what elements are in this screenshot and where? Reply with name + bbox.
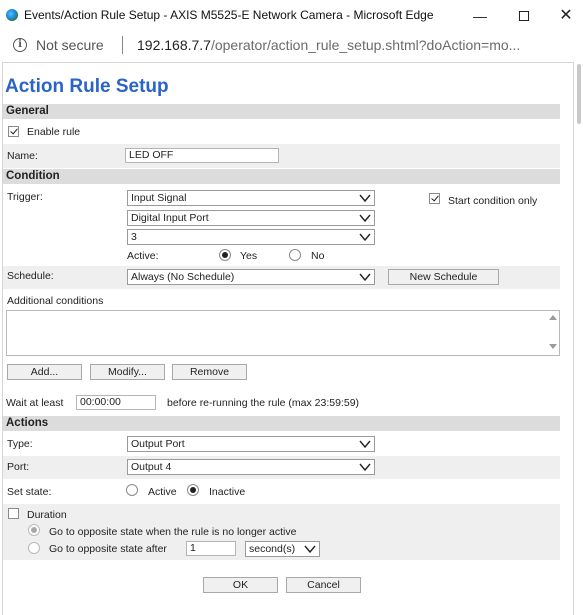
address-separator <box>122 36 123 54</box>
chevron-down-icon <box>359 194 371 203</box>
trigger-sub-select-value: Digital Input Port <box>131 212 209 224</box>
url-field[interactable]: 192.168.7.7/operator/action_rule_setup.s… <box>137 37 520 53</box>
address-bar: i Not secure 192.168.7.7/operator/action… <box>0 32 583 60</box>
action-type-select[interactable]: Output Port <box>127 436 375 452</box>
chevron-down-icon <box>359 273 371 282</box>
input-port-select-value: 3 <box>131 231 137 243</box>
maximize-icon <box>519 11 529 21</box>
additional-conditions-list[interactable] <box>6 310 560 356</box>
close-button[interactable]: ✕ <box>556 6 576 26</box>
type-label: Type: <box>7 438 33 450</box>
modify-condition-button[interactable]: Modify... <box>90 364 165 380</box>
trigger-sub-select[interactable]: Digital Input Port <box>127 210 375 226</box>
chevron-down-icon <box>304 545 316 554</box>
opposite-when-radio[interactable] <box>28 524 40 536</box>
opposite-when-label: Go to opposite state when the rule is no… <box>49 526 297 538</box>
scroll-down-icon[interactable] <box>549 344 557 349</box>
wait-suffix: before re-running the rule (max 23:59:59… <box>167 397 360 409</box>
additional-conditions-label: Additional conditions <box>7 295 104 307</box>
duration-checkbox[interactable] <box>8 508 19 519</box>
name-row <box>3 144 560 168</box>
state-active-label: Active <box>148 486 177 498</box>
wait-field[interactable]: 00:00:00 <box>76 395 156 410</box>
chevron-down-icon <box>359 463 371 472</box>
name-field[interactable]: LED OFF <box>125 148 279 163</box>
enable-rule-label: Enable rule <box>27 126 81 138</box>
active-no-radio[interactable] <box>289 249 301 261</box>
schedule-select[interactable]: Always (No Schedule) <box>127 269 375 285</box>
info-icon[interactable]: i <box>13 38 27 52</box>
state-inactive-label: Inactive <box>209 486 246 498</box>
window-title: Events/Action Rule Setup - AXIS M5525-E … <box>24 8 434 22</box>
schedule-label: Schedule: <box>7 270 54 282</box>
set-state-label: Set state: <box>7 486 52 498</box>
time-unit-select-value: second(s) <box>249 543 296 555</box>
output-port-select-value: Output 4 <box>131 461 172 473</box>
active-yes-label: Yes <box>240 250 258 262</box>
remove-condition-button[interactable]: Remove <box>172 364 247 380</box>
trigger-label: Trigger: <box>7 191 43 203</box>
url-host: 192.168.7.7 <box>137 37 211 53</box>
chevron-down-icon <box>359 440 371 449</box>
new-schedule-button[interactable]: New Schedule <box>388 269 499 285</box>
action-type-select-value: Output Port <box>131 438 185 450</box>
start-condition-label: Start condition only <box>448 195 538 207</box>
chevron-down-icon <box>359 233 371 242</box>
active-no-label: No <box>311 250 325 262</box>
ok-button[interactable]: OK <box>203 577 278 593</box>
security-indicator[interactable]: Not secure <box>36 37 104 53</box>
input-port-select[interactable]: 3 <box>127 229 375 245</box>
port-label: Port: <box>7 461 30 473</box>
opposite-after-label: Go to opposite state after <box>49 543 167 555</box>
start-condition-checkbox[interactable] <box>429 193 440 204</box>
trigger-select-value: Input Signal <box>131 192 187 204</box>
section-condition: Condition <box>3 169 560 184</box>
opposite-after-radio[interactable] <box>28 542 40 554</box>
trigger-select[interactable]: Input Signal <box>127 190 375 206</box>
time-unit-select[interactable]: second(s) <box>245 541 320 557</box>
section-actions: Actions <box>3 416 560 431</box>
page-scrollbar[interactable] <box>575 62 583 615</box>
section-general: General <box>3 104 560 119</box>
add-condition-button[interactable]: Add... <box>7 364 82 380</box>
enable-rule-checkbox[interactable] <box>8 126 19 137</box>
schedule-select-value: Always (No Schedule) <box>131 271 235 283</box>
wait-label: Wait at least <box>6 397 64 409</box>
scroll-up-icon[interactable] <box>549 315 557 320</box>
name-label: Name: <box>7 150 38 162</box>
state-inactive-radio[interactable] <box>187 484 199 496</box>
opposite-after-field[interactable]: 1 <box>186 541 236 556</box>
active-yes-radio[interactable] <box>219 249 231 261</box>
state-active-radio[interactable] <box>126 484 138 496</box>
page-title: Action Rule Setup <box>5 76 169 97</box>
window-titlebar: Events/Action Rule Setup - AXIS M5525-E … <box>0 0 583 32</box>
url-path: /operator/action_rule_setup.shtml?doActi… <box>210 37 521 53</box>
maximize-button[interactable] <box>514 6 534 26</box>
cancel-button[interactable]: Cancel <box>286 577 361 593</box>
chevron-down-icon <box>359 214 371 223</box>
scroll-thumb[interactable] <box>577 64 581 124</box>
edge-icon <box>6 9 18 21</box>
output-port-select[interactable]: Output 4 <box>127 459 375 475</box>
minimize-button[interactable]: — <box>470 6 490 26</box>
duration-label: Duration <box>27 509 67 521</box>
active-label: Active: <box>127 250 159 262</box>
